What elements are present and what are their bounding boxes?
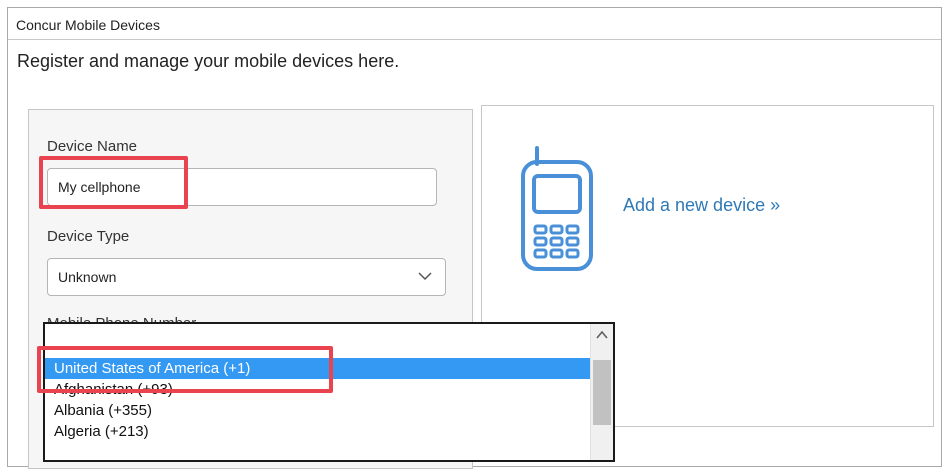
device-name-label: Device Name: [47, 138, 138, 155]
dropdown-option[interactable]: Algeria (+213): [45, 421, 590, 442]
scrollbar-thumb[interactable]: [593, 360, 611, 425]
dropdown-option-hidden[interactable]: [45, 324, 590, 340]
device-type-label: Device Type: [47, 228, 130, 245]
add-new-device-link[interactable]: Add a new device »: [623, 195, 780, 216]
device-type-select[interactable]: Unknown: [47, 258, 446, 296]
device-type-value: Unknown: [58, 269, 117, 285]
scroll-up-arrow-icon[interactable]: [594, 328, 610, 342]
device-name-annotation: [39, 156, 188, 209]
mobile-phone-icon: [521, 146, 593, 271]
chevron-down-icon: [418, 272, 432, 281]
dropdown-scrollbar[interactable]: [590, 324, 613, 460]
intro-text: Register and manage your mobile devices …: [17, 51, 400, 71]
panel-title: Concur Mobile Devices: [8, 8, 941, 40]
dropdown-option[interactable]: Albania (+355): [45, 400, 590, 421]
country-annotation: [37, 346, 333, 393]
